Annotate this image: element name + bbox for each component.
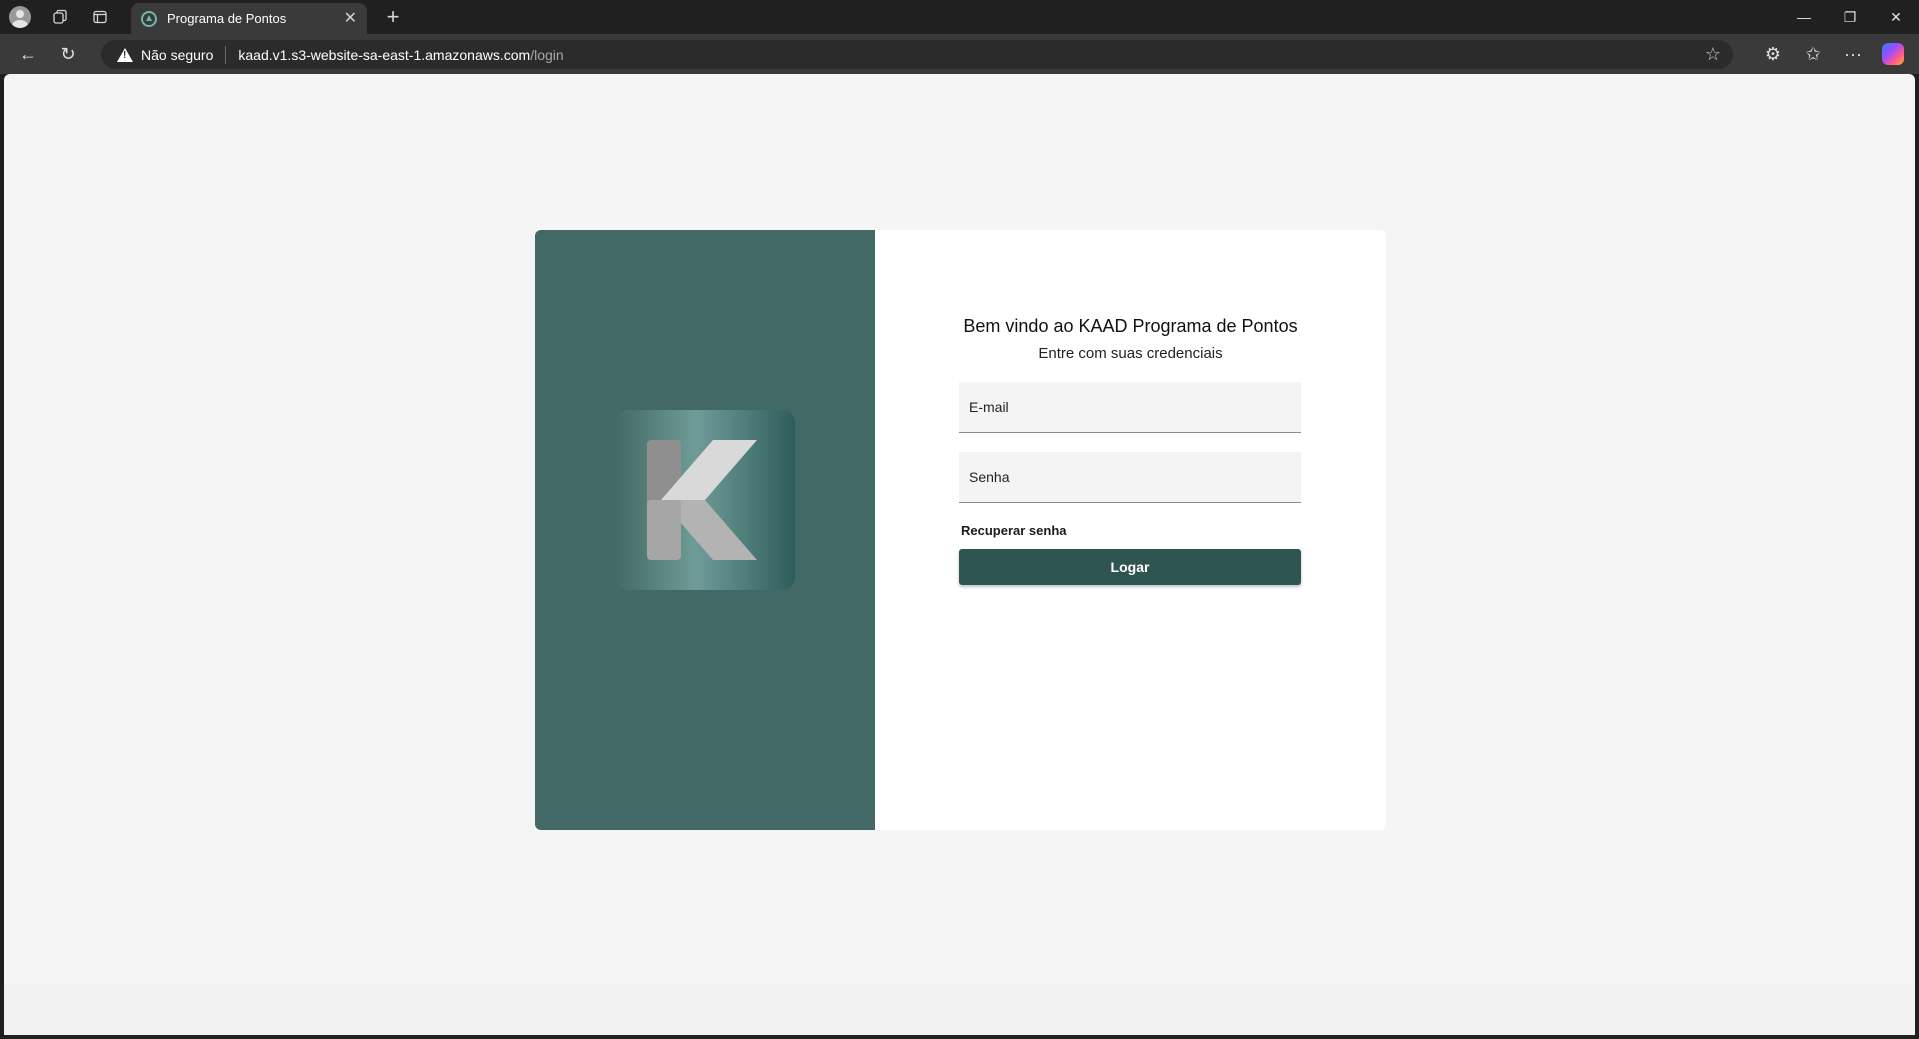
login-button[interactable]: Logar <box>959 549 1301 585</box>
extensions-button[interactable]: ⚙ <box>1753 37 1793 71</box>
browser-titlebar: Programa de Pontos ✕ + — ❐ ✕ <box>0 0 1919 34</box>
tab-programa-de-pontos[interactable]: Programa de Pontos ✕ <box>131 3 367 34</box>
kaad-logo <box>615 410 795 590</box>
url-path[interactable]: /login <box>530 47 563 63</box>
warning-icon <box>117 47 133 62</box>
security-status[interactable]: Não seguro <box>141 47 213 63</box>
welcome-subtitle: Entre com suas credenciais <box>1038 345 1223 362</box>
login-card: Bem vindo ao KAAD Programa de Pontos Ent… <box>535 230 1386 830</box>
extensions-icon: ⚙ <box>1764 43 1782 64</box>
copilot-icon <box>1882 43 1904 65</box>
address-bar[interactable]: Não seguro kaad.v1.s3-website-sa-east-1.… <box>101 40 1733 69</box>
kaad-k-logo-icon <box>647 440 757 560</box>
close-window-button[interactable]: ✕ <box>1873 0 1919 34</box>
profile-avatar-icon <box>9 6 31 28</box>
site-favicon-icon <box>141 10 157 27</box>
back-button[interactable]: ← <box>8 37 48 71</box>
more-icon: ··· <box>1844 43 1862 64</box>
browser-toolbar-right: ⚙ ✩ ··· <box>1753 34 1919 74</box>
window-controls: — ❐ ✕ <box>1781 0 1919 34</box>
page-viewport: Bem vindo ao KAAD Programa de Pontos Ent… <box>4 74 1915 1035</box>
vertical-tabs-icon <box>93 10 107 24</box>
favorites-button[interactable]: ✩ <box>1793 37 1833 71</box>
restore-button[interactable]: ❐ <box>1827 0 1873 34</box>
workspaces-button[interactable] <box>40 0 80 34</box>
minimize-button[interactable]: — <box>1781 0 1827 34</box>
profile-button[interactable] <box>0 0 40 34</box>
email-field[interactable] <box>959 382 1301 433</box>
recover-password-link[interactable]: Recuperar senha <box>961 523 1067 538</box>
workspaces-icon <box>53 9 67 24</box>
close-tab-icon[interactable]: ✕ <box>344 10 357 27</box>
welcome-title: Bem vindo ao KAAD Programa de Pontos <box>963 316 1298 336</box>
tab-title: Programa de Pontos <box>167 11 287 26</box>
new-tab-button[interactable]: + <box>380 4 406 30</box>
refresh-button[interactable]: ↻ <box>48 37 88 71</box>
copilot-button[interactable] <box>1873 37 1913 71</box>
more-button[interactable]: ··· <box>1833 37 1873 71</box>
back-arrow-icon: ← <box>19 43 37 64</box>
url-host[interactable]: kaad.v1.s3-website-sa-east-1.amazonaws.c… <box>238 47 530 63</box>
page-footer <box>4 985 1915 1035</box>
refresh-icon: ↻ <box>60 43 76 64</box>
favorites-icon: ✩ <box>1805 43 1821 64</box>
star-icon[interactable]: ☆ <box>1705 44 1721 65</box>
brand-panel <box>535 230 875 830</box>
login-form: Bem vindo ao KAAD Programa de Pontos Ent… <box>875 230 1386 830</box>
address-divider <box>225 45 227 64</box>
password-field[interactable] <box>959 452 1301 503</box>
vertical-tabs-button[interactable] <box>80 0 120 34</box>
